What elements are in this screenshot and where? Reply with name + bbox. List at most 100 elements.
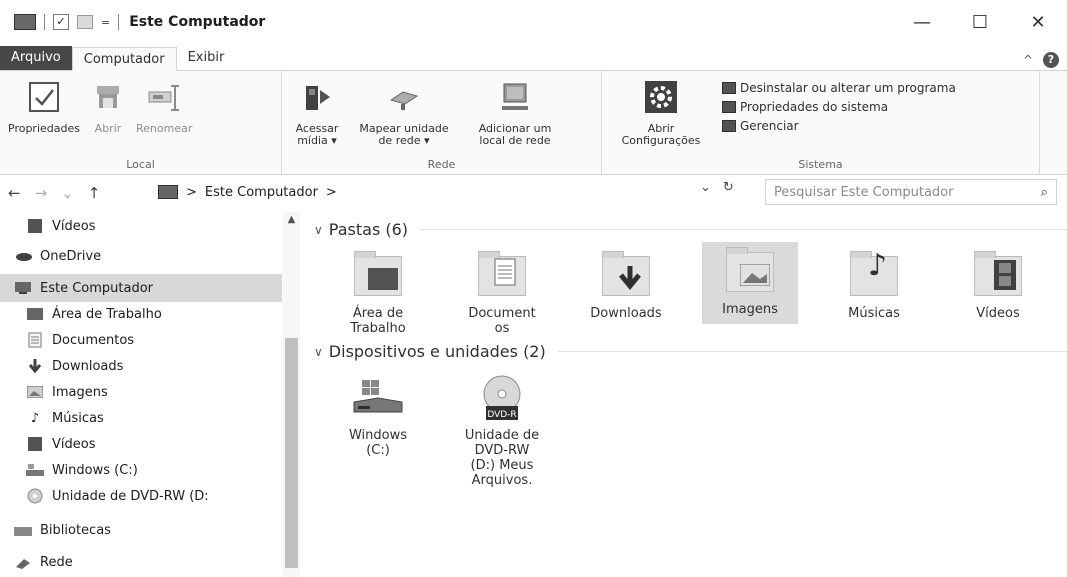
access-media-label-2: mídia ▾	[297, 134, 337, 147]
uninstall-label: Desinstalar ou alterar um programa	[740, 81, 956, 95]
folder-area-de-trabalho[interactable]: Área de Trabalho	[330, 246, 426, 336]
ribbon-group-label: Sistema	[798, 158, 843, 171]
folders-header-label: Pastas (6)	[328, 220, 409, 239]
sidebar-item-onedrive[interactable]: OneDrive	[0, 242, 282, 270]
properties-label: Propriedades	[8, 122, 80, 135]
breadcrumb-separator[interactable]: >	[186, 185, 197, 200]
rename-icon	[144, 77, 184, 117]
network-location-icon	[495, 77, 535, 117]
address-bar-row: ← → ⌄ ↑ > Este Computador > ⌄ ↻ Pesquisa…	[0, 176, 1067, 210]
content-pane: ∨ Pastas (6) Área de Trabalho Document o…	[300, 212, 1067, 577]
library-icon	[14, 523, 32, 537]
divider	[118, 14, 120, 30]
device-label-1: Windows	[348, 428, 408, 443]
open-icon	[88, 77, 128, 117]
manage-button[interactable]: Gerenciar	[722, 119, 956, 133]
system-properties-button[interactable]: Propriedades do sistema	[722, 100, 956, 114]
search-icon[interactable]: ⌕	[1041, 185, 1048, 200]
minimize-button[interactable]: —	[893, 0, 951, 44]
sidebar-item-musicas[interactable]: ♪ Músicas	[0, 404, 282, 432]
folder-imagens[interactable]: Imagens	[702, 242, 798, 324]
drive-icon	[26, 463, 44, 477]
tab-exibir[interactable]: Exibir	[177, 46, 236, 70]
disc-label: DVD-R	[487, 410, 516, 420]
sidebar-item-bibliotecas[interactable]: Bibliotecas	[0, 516, 282, 544]
properties-icon[interactable]: ✓	[53, 14, 69, 30]
chevron-down-icon: ∨	[314, 222, 323, 237]
sidebar-scrollbar[interactable]: ▲	[283, 212, 300, 577]
scrollbar-thumb[interactable]	[285, 338, 298, 568]
tab-computador[interactable]: Computador	[71, 47, 177, 71]
desktop-folder-icon	[348, 251, 408, 300]
computer-icon	[14, 281, 32, 295]
folder-label-2: Trabalho	[350, 321, 406, 336]
device-label-1: Unidade de	[464, 428, 540, 443]
devices-section-header[interactable]: ∨ Dispositivos e unidades (2)	[314, 342, 1067, 361]
video-icon	[26, 437, 44, 451]
sidebar-item-windows-c[interactable]: Windows (C:)	[0, 456, 282, 484]
sidebar-item-label: Downloads	[52, 358, 124, 374]
devices-header-label: Dispositivos e unidades (2)	[328, 342, 546, 361]
folder-videos[interactable]: Vídeos	[950, 246, 1046, 321]
videos-folder-icon	[968, 251, 1028, 300]
folder-downloads[interactable]: Downloads	[578, 246, 674, 321]
folder-label-2: os	[494, 321, 510, 336]
uninstall-program-button[interactable]: Desinstalar ou alterar um programa	[722, 81, 956, 95]
system-properties-label: Propriedades do sistema	[740, 100, 889, 114]
maximize-button[interactable]: ☐	[951, 0, 1009, 44]
new-folder-icon[interactable]	[77, 15, 93, 29]
sidebar-item-downloads[interactable]: Downloads	[0, 352, 282, 380]
address-dropdown-button[interactable]: ⌄	[700, 180, 711, 195]
image-icon	[26, 385, 44, 399]
ribbon-group-rede: Acessar mídia ▾ Mapear unidade de rede ▾…	[282, 71, 602, 175]
navigation-buttons: ← → ⌄ ↑	[0, 184, 100, 202]
sidebar-item-este-computador[interactable]: Este Computador	[0, 274, 282, 302]
forward-button[interactable]: →	[35, 184, 48, 202]
folder-label-1: Imagens	[722, 302, 778, 317]
quick-access-toolbar: ✓ =	[0, 14, 120, 30]
divider	[44, 14, 45, 30]
drive-dvd-rw-d[interactable]: DVD-R Unidade de DVD-RW (D:) Meus Arquiv…	[454, 368, 550, 488]
window-title: Este Computador	[129, 14, 266, 30]
customize-dropdown[interactable]: =	[101, 16, 110, 29]
ribbon-group-sistema: Abrir Configurações Desinstalar ou alter…	[602, 71, 1040, 175]
gear-icon	[641, 77, 681, 117]
sidebar-item-videos-2[interactable]: Vídeos	[0, 430, 282, 458]
tab-arquivo[interactable]: Arquivo	[0, 46, 72, 70]
download-icon	[26, 359, 44, 374]
help-icon[interactable]: ?	[1043, 52, 1059, 68]
close-button[interactable]: ✕	[1009, 0, 1067, 44]
drive-windows-c[interactable]: Windows (C:)	[330, 368, 426, 458]
sidebar-item-imagens[interactable]: Imagens	[0, 378, 282, 406]
recent-locations-button[interactable]: ⌄	[61, 184, 74, 202]
sidebar-item-documentos[interactable]: Documentos	[0, 326, 282, 354]
device-label-2: DVD-RW	[474, 443, 530, 458]
sidebar-item-area-de-trabalho[interactable]: Área de Trabalho	[0, 300, 282, 328]
system-properties-icon	[722, 101, 736, 113]
sidebar-item-dvd-drive[interactable]: Unidade de DVD-RW (D:	[0, 482, 282, 510]
scroll-up-arrow[interactable]: ▲	[283, 214, 300, 225]
ribbon-group-label: Local	[126, 158, 155, 171]
folder-label-1: Downloads	[590, 306, 662, 321]
sidebar-item-rede[interactable]: Rede	[0, 548, 282, 576]
folder-documentos[interactable]: Document os	[454, 246, 550, 336]
breadcrumb-este-computador[interactable]: Este Computador	[205, 185, 318, 200]
collapse-ribbon-button[interactable]: ^	[1023, 53, 1033, 67]
breadcrumb-separator[interactable]: >	[326, 185, 337, 200]
refresh-button[interactable]: ↻	[723, 180, 734, 195]
folder-label-1: Área de	[352, 306, 404, 321]
computer-icon[interactable]	[14, 14, 36, 30]
sidebar-item-videos[interactable]: Vídeos	[0, 212, 282, 240]
address-path[interactable]: > Este Computador >	[158, 180, 724, 204]
open-label: Abrir	[94, 122, 122, 135]
sidebar-item-label: Unidade de DVD-RW (D:	[52, 488, 209, 504]
folders-section-header[interactable]: ∨ Pastas (6)	[314, 220, 1067, 239]
video-icon	[26, 219, 44, 233]
search-input[interactable]: Pesquisar Este Computador ⌕	[765, 179, 1057, 205]
back-button[interactable]: ←	[8, 184, 21, 202]
up-button[interactable]: ↑	[88, 184, 101, 202]
folder-musicas[interactable]: ♪ Músicas	[826, 246, 922, 322]
media-icon	[297, 77, 337, 117]
windows-drive-icon	[348, 374, 408, 422]
sidebar-item-label: Documentos	[52, 332, 135, 348]
